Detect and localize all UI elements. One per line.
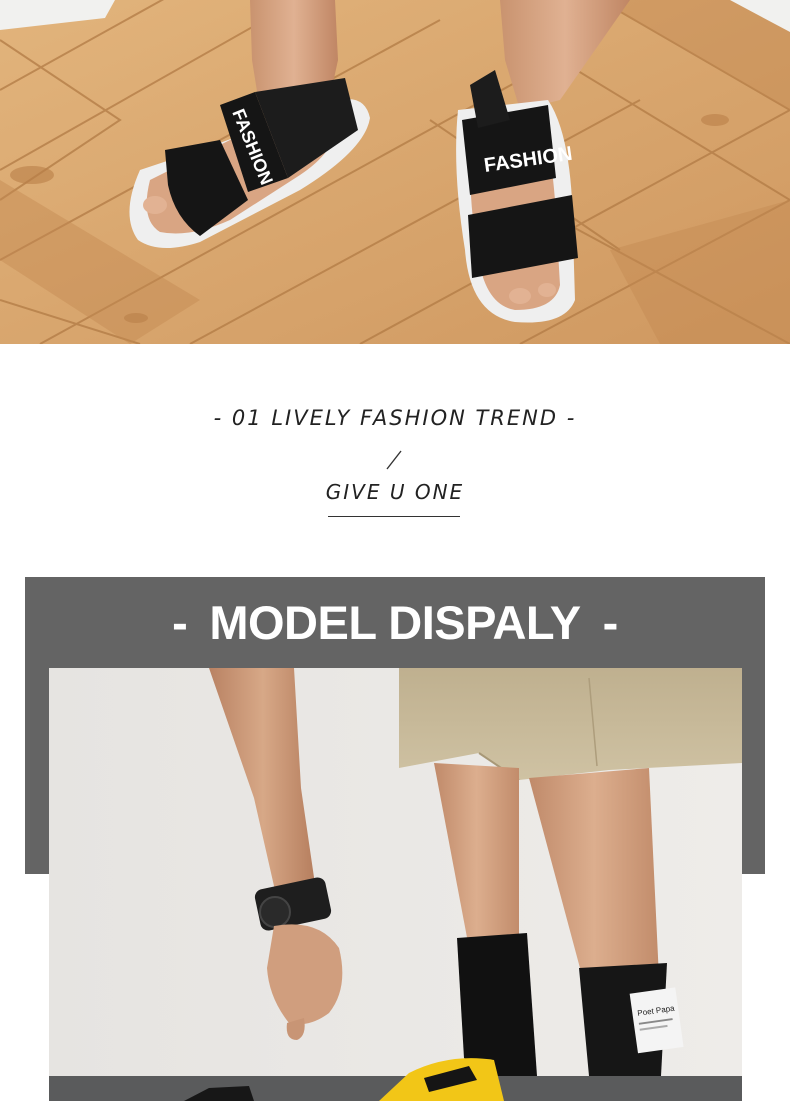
slash-divider-icon	[386, 450, 402, 470]
sock-label: Poet Papa	[629, 987, 684, 1054]
top-product-photo: FASHION FASHION	[0, 0, 790, 344]
tagline-section: - 01 LIVELY FASHION TREND - GIVE U ONE	[0, 344, 790, 577]
tagline-underline	[328, 516, 460, 517]
tagline-subheading: GIVE U ONE	[325, 480, 465, 504]
banner-title-row: - MODEL DISPALY -	[25, 577, 765, 668]
left-sock	[457, 933, 537, 1076]
banner-dash-right: -	[602, 596, 619, 649]
model-photo: Poet Papa	[49, 668, 742, 1101]
banner-dash-left: -	[172, 596, 188, 649]
tagline-heading: - 01 LIVELY FASHION TREND -	[213, 406, 577, 430]
banner-title: MODEL DISPALY	[209, 596, 581, 649]
